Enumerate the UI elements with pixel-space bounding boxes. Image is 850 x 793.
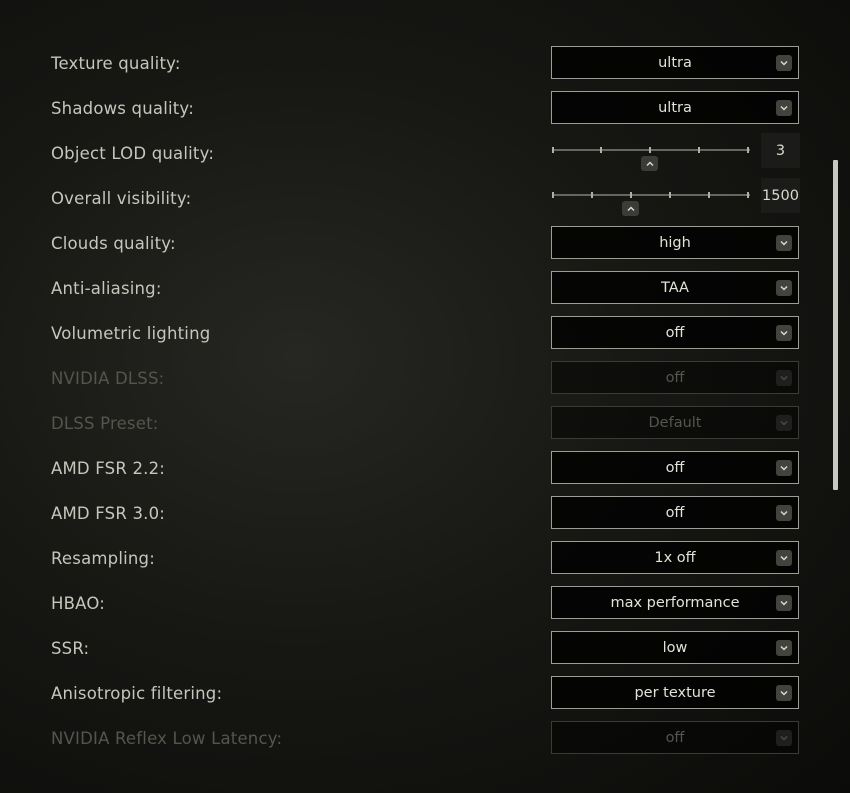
chevron-down-icon — [776, 280, 792, 296]
slider-tick — [630, 192, 632, 198]
chevron-down-icon — [776, 505, 792, 521]
nvidia-dlss-dropdown: off — [551, 361, 799, 394]
overall-visibility-slider[interactable] — [552, 185, 750, 220]
setting-row-volumetric-lighting: Volumetric lighting off — [0, 311, 850, 356]
chevron-down-icon — [776, 685, 792, 701]
slider-tick — [708, 192, 710, 198]
volumetric-lighting-dropdown[interactable]: off — [551, 316, 799, 349]
dlss-preset-dropdown: Default — [551, 406, 799, 439]
chevron-down-icon — [776, 460, 792, 476]
setting-row-amd-fsr-2-2: AMD FSR 2.2: off — [0, 446, 850, 491]
object-lod-slider[interactable] — [552, 140, 750, 175]
slider-thumb[interactable] — [641, 156, 658, 171]
overall-visibility-value-box: 1500 — [761, 178, 800, 213]
chevron-up-icon — [626, 205, 635, 211]
setting-label: AMD FSR 2.2: — [51, 459, 166, 478]
dropdown-value: ultra — [658, 54, 692, 71]
shadows-quality-dropdown[interactable]: ultra — [551, 91, 799, 124]
dropdown-value: per texture — [634, 684, 716, 701]
setting-row-shadows-quality: Shadows quality: ultra — [0, 86, 850, 131]
chevron-down-icon — [776, 100, 792, 116]
setting-row-resampling: Resampling: 1x off — [0, 536, 850, 581]
slider-tick — [552, 192, 554, 198]
setting-row-texture-quality: Texture quality: ultra — [0, 41, 850, 86]
slider-track — [552, 194, 750, 196]
slider-tick — [669, 192, 671, 198]
setting-label: Shadows quality: — [51, 99, 194, 118]
dropdown-value: off — [665, 729, 685, 746]
chevron-down-icon — [776, 235, 792, 251]
setting-label: Volumetric lighting — [51, 324, 211, 343]
dropdown-value: high — [659, 234, 691, 251]
chevron-down-icon — [776, 415, 792, 431]
slider-tick — [552, 147, 554, 153]
setting-label: DLSS Preset: — [51, 414, 159, 433]
dropdown-value: max performance — [610, 594, 740, 611]
setting-row-hbao: HBAO: max performance — [0, 581, 850, 626]
setting-label: SSR: — [51, 639, 90, 658]
amd-fsr-3-0-dropdown[interactable]: off — [551, 496, 799, 529]
setting-row-dlss-preset: DLSS Preset: Default — [0, 401, 850, 446]
ssr-dropdown[interactable]: low — [551, 631, 799, 664]
setting-row-nvidia-reflex: NVIDIA Reflex Low Latency: off — [0, 716, 850, 761]
texture-quality-dropdown[interactable]: ultra — [551, 46, 799, 79]
slider-tick — [747, 147, 749, 153]
setting-label: Clouds quality: — [51, 234, 176, 253]
chevron-up-icon — [645, 160, 654, 166]
scrollbar[interactable] — [833, 160, 838, 490]
chevron-down-icon — [776, 730, 792, 746]
setting-row-ssr: SSR: low — [0, 626, 850, 671]
dropdown-value: off — [665, 459, 685, 476]
setting-label: Object LOD quality: — [51, 144, 215, 163]
setting-label: Texture quality: — [51, 54, 181, 73]
setting-label: AMD FSR 3.0: — [51, 504, 166, 523]
chevron-down-icon — [776, 370, 792, 386]
setting-label: Anti-aliasing: — [51, 279, 162, 298]
dropdown-value: off — [665, 369, 685, 386]
setting-row-amd-fsr-3-0: AMD FSR 3.0: off — [0, 491, 850, 536]
dropdown-value: low — [662, 639, 688, 656]
setting-row-anti-aliasing: Anti-aliasing: TAA — [0, 266, 850, 311]
dropdown-value: off — [665, 504, 685, 521]
slider-tick — [600, 147, 602, 153]
dropdown-value: ultra — [658, 99, 692, 116]
slider-tick — [698, 147, 700, 153]
anisotropic-filtering-dropdown[interactable]: per texture — [551, 676, 799, 709]
nvidia-reflex-dropdown: off — [551, 721, 799, 754]
setting-row-anisotropic-filtering: Anisotropic filtering: per texture — [0, 671, 850, 716]
slider-tick — [591, 192, 593, 198]
chevron-down-icon — [776, 595, 792, 611]
setting-label: Resampling: — [51, 549, 155, 568]
clouds-quality-dropdown[interactable]: high — [551, 226, 799, 259]
amd-fsr-2-2-dropdown[interactable]: off — [551, 451, 799, 484]
chevron-down-icon — [776, 325, 792, 341]
dropdown-value: 1x off — [654, 549, 696, 566]
dropdown-value: off — [665, 324, 685, 341]
object-lod-value-box: 3 — [761, 133, 800, 168]
slider-tick — [649, 147, 651, 153]
slider-track — [552, 149, 750, 151]
dropdown-value: TAA — [661, 279, 689, 296]
chevron-down-icon — [776, 550, 792, 566]
hbao-dropdown[interactable]: max performance — [551, 586, 799, 619]
setting-label: Overall visibility: — [51, 189, 192, 208]
setting-label: NVIDIA Reflex Low Latency: — [51, 729, 283, 748]
setting-row-nvidia-dlss: NVIDIA DLSS: off — [0, 356, 850, 401]
setting-label: Anisotropic filtering: — [51, 684, 223, 703]
slider-tick — [747, 192, 749, 198]
chevron-down-icon — [776, 640, 792, 656]
setting-label: HBAO: — [51, 594, 105, 613]
resampling-dropdown[interactable]: 1x off — [551, 541, 799, 574]
dropdown-value: Default — [648, 414, 702, 431]
setting-label: NVIDIA DLSS: — [51, 369, 165, 388]
graphics-settings-panel: { "settings": [ {"label": "Texture quali… — [0, 0, 850, 793]
chevron-down-icon — [776, 55, 792, 71]
slider-thumb[interactable] — [622, 201, 639, 216]
anti-aliasing-dropdown[interactable]: TAA — [551, 271, 799, 304]
setting-row-clouds-quality: Clouds quality: high — [0, 221, 850, 266]
